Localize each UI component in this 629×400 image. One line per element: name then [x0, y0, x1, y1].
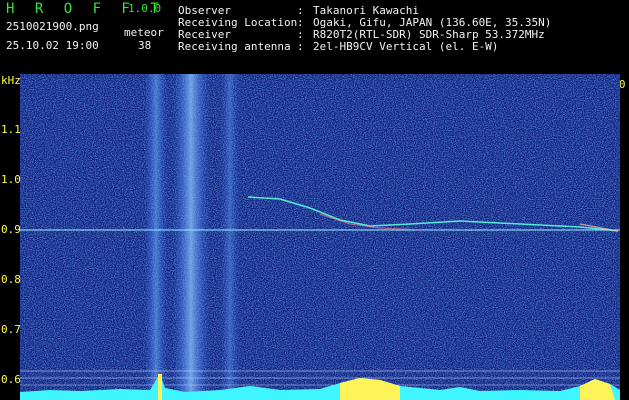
interference-band: [220, 74, 240, 400]
signal-peak: [158, 374, 162, 400]
frequency-tick: 0.9: [1, 223, 21, 236]
interference-band: [144, 74, 168, 400]
app-version: 1.0.0: [128, 2, 162, 15]
meteor-label: meteor: [124, 26, 164, 39]
info-colon: :: [297, 40, 311, 53]
spectrogram-image: [20, 74, 620, 400]
meteor-count: 38: [138, 39, 152, 52]
date-time: 25.10.02 19:00: [6, 39, 99, 52]
info-label: Receiving antenna: [178, 40, 291, 53]
info-row-antenna: Receiving antenna: 2el-HB9CV Vertical (e…: [178, 41, 551, 53]
info-value: 2el-HB9CV Vertical (el. E-W): [313, 40, 499, 53]
frequency-tick: 0.6: [1, 373, 21, 386]
frequency-tick: 0.8: [1, 273, 21, 286]
frequency-tick: 1.1: [1, 123, 21, 136]
spectrogram: [20, 74, 620, 400]
file-name: 2510021900.png: [6, 20, 99, 33]
station-info: Observer: Takanori Kawachi Receiving Loc…: [178, 5, 551, 53]
frequency-unit-label: kHz: [1, 74, 21, 87]
frequency-tick: 1.0: [1, 173, 21, 186]
noise-texture: [20, 74, 620, 400]
frequency-tick: 0.7: [1, 323, 21, 336]
interference-band: [172, 74, 210, 400]
header-panel: H R O F F T 1.0.0 2510021900.png 25.10.0…: [0, 0, 629, 70]
